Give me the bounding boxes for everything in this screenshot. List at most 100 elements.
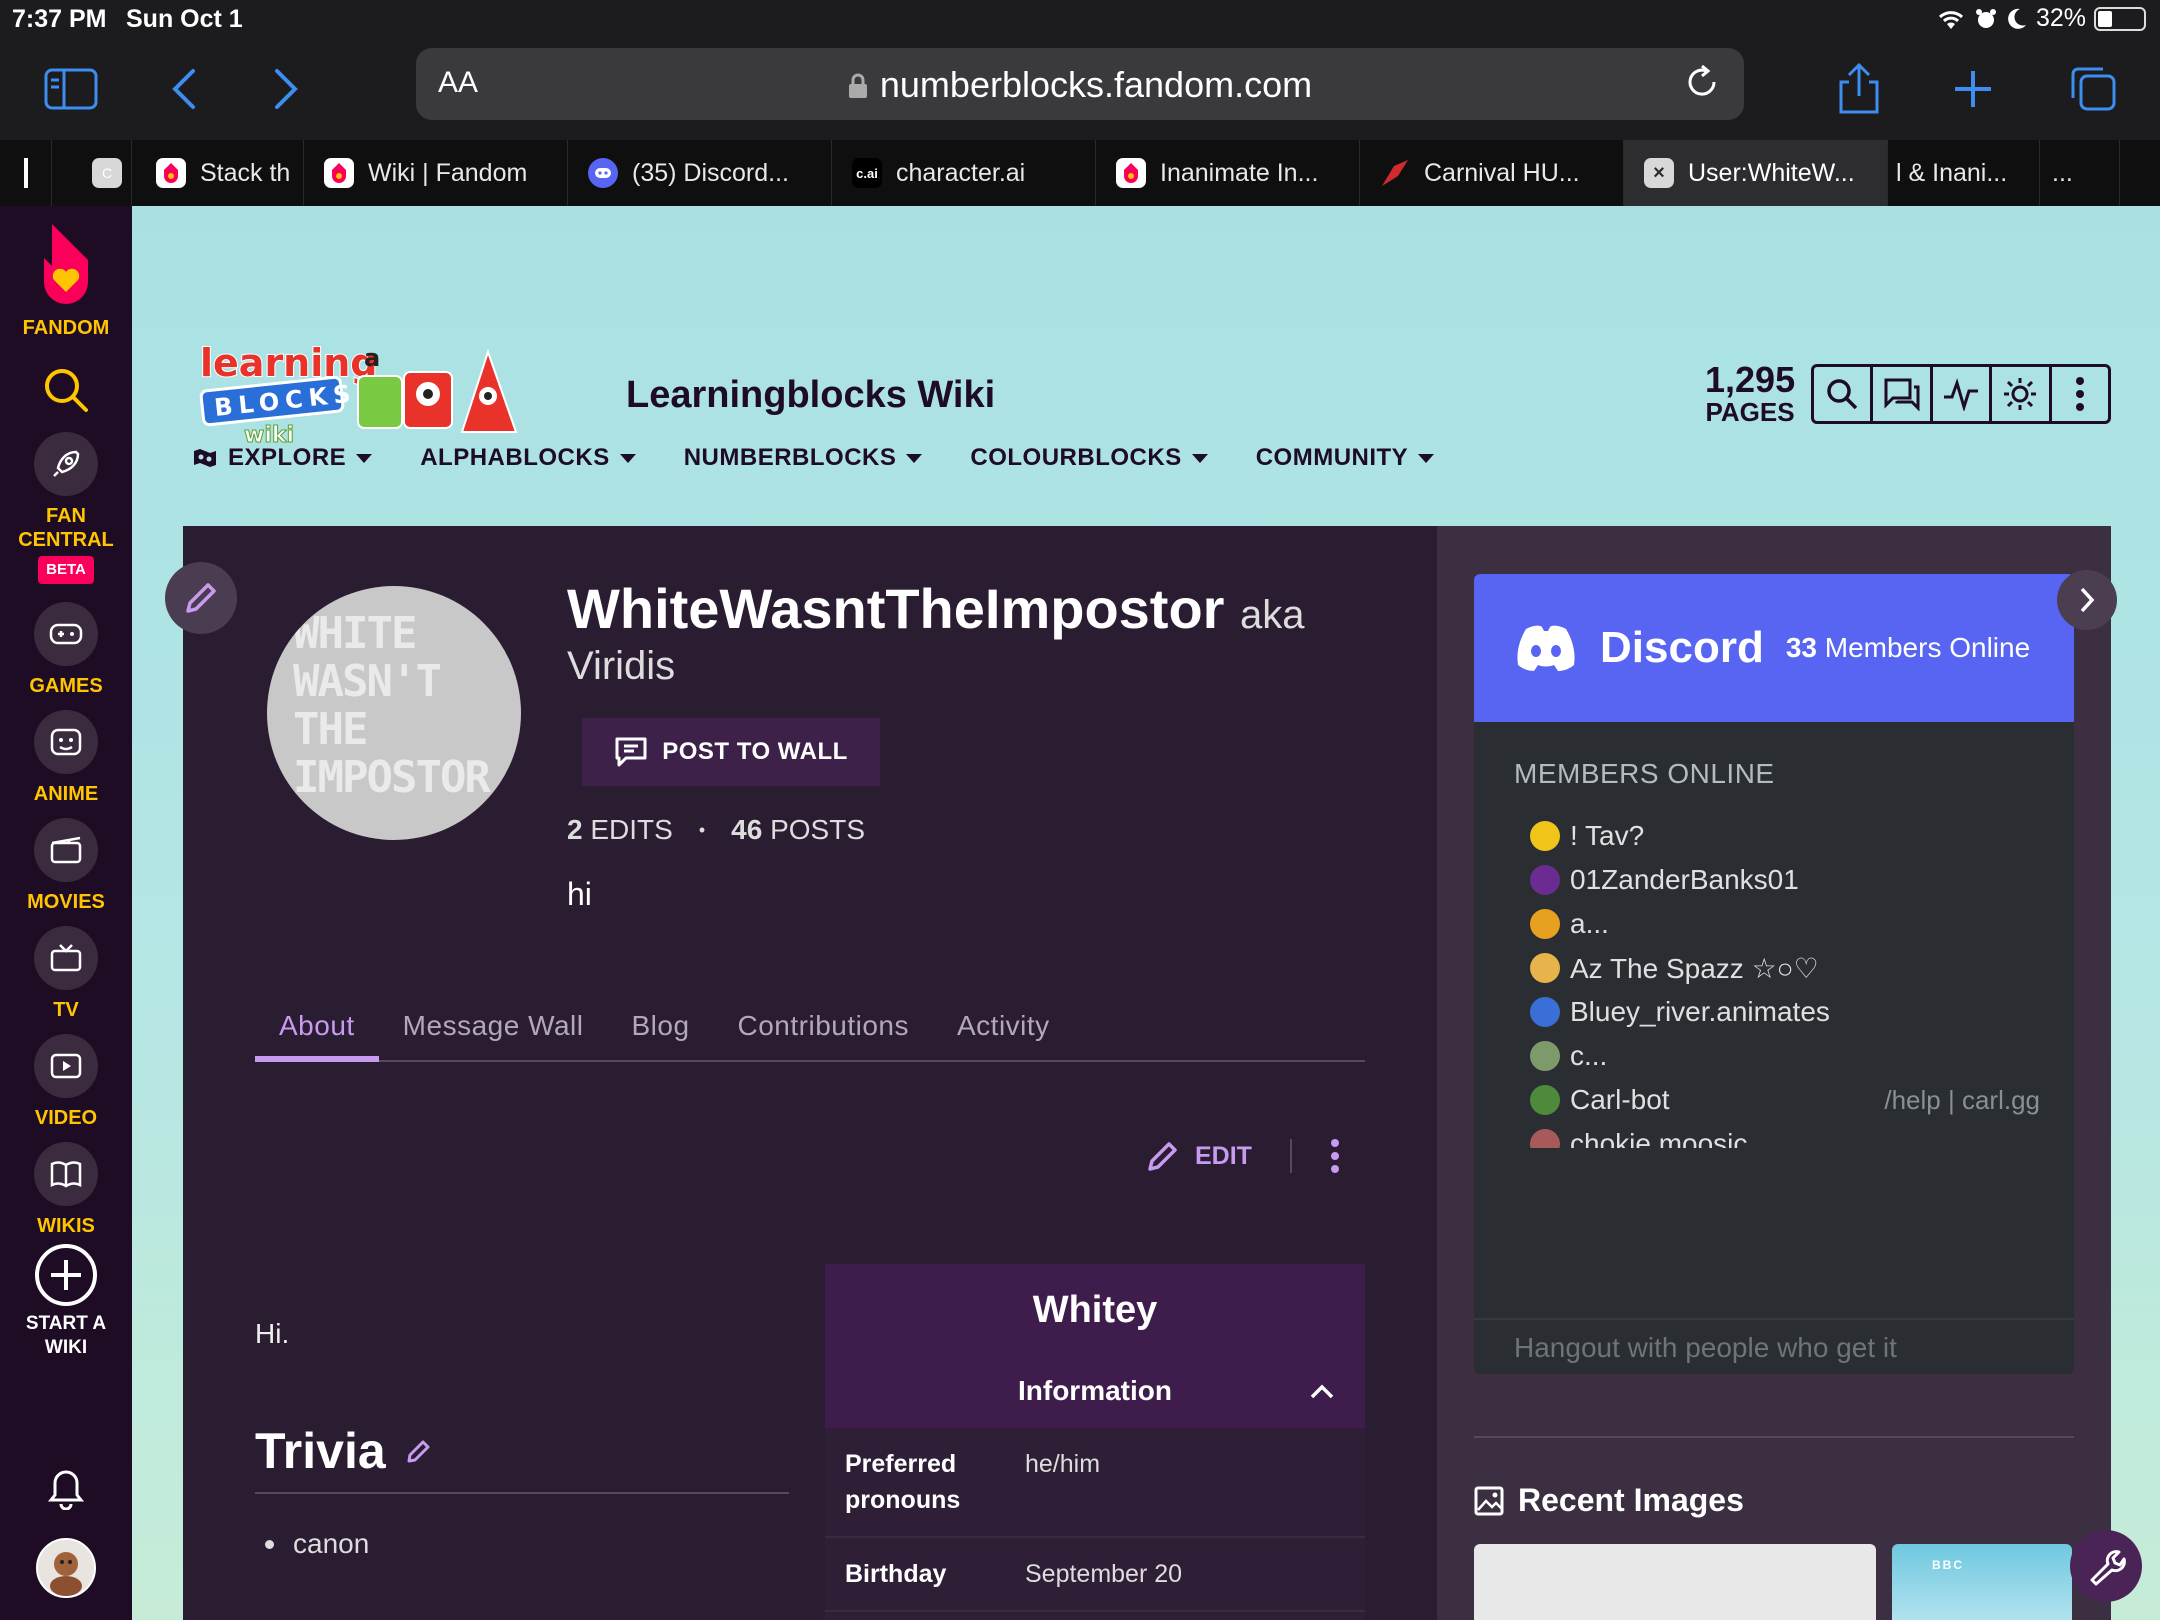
tab-about[interactable]: About — [255, 1010, 379, 1062]
edit-button[interactable]: EDIT — [1145, 1138, 1252, 1174]
tab-item[interactable]: (35) Discord... — [568, 140, 832, 206]
battery-percent: 32% — [2035, 4, 2086, 32]
tab-contributions[interactable]: Contributions — [714, 1010, 933, 1062]
discord-member[interactable]: Az The Spazz ☆○♡ — [1530, 946, 2050, 990]
movies-link[interactable]: MOVIES — [0, 818, 132, 914]
discord-member[interactable]: c... — [1530, 1034, 2050, 1078]
address-bar[interactable]: AA numberblocks.fandom.com — [416, 48, 1744, 120]
tab-item-c[interactable]: C — [52, 140, 132, 206]
carnival-icon — [1380, 158, 1410, 188]
characterai-icon: c.ai — [852, 158, 882, 188]
section-edit-icon[interactable] — [406, 1438, 432, 1464]
member-avatar — [1530, 1129, 1560, 1148]
posts-stat[interactable]: 46 POSTS — [731, 814, 865, 846]
forward-icon[interactable] — [252, 54, 322, 124]
tv-link[interactable]: TV — [0, 926, 132, 1022]
back-icon[interactable] — [148, 54, 218, 124]
member-name: Az The Spazz ☆○♡ — [1570, 952, 1819, 984]
tabs-overview-icon[interactable] — [2058, 54, 2128, 124]
chevron-down-icon — [1418, 453, 1435, 463]
nav-community-label: COMMUNITY — [1255, 444, 1409, 471]
url-text[interactable]: numberblocks.fandom.com — [416, 64, 1744, 106]
sidebar-toggle-icon[interactable] — [36, 54, 106, 124]
wiki-title[interactable]: Learningblocks Wiki — [626, 374, 995, 417]
start-a-wiki-link[interactable]: START A WIKI — [0, 1242, 132, 1360]
nav-community[interactable]: COMMUNITY — [1255, 444, 1435, 472]
theme-toggle-button[interactable] — [1992, 367, 2052, 421]
more-options-button[interactable] — [2052, 367, 2108, 421]
avatar — [36, 1538, 96, 1598]
tab-item[interactable]: Wiki | Fandom — [304, 140, 568, 206]
book-icon — [34, 1142, 98, 1206]
tab-item[interactable]: Carnival HU... — [1360, 140, 1624, 206]
status-date: Sun Oct 1 — [126, 5, 243, 33]
pencil-icon — [1148, 1142, 1177, 1171]
tab-blog[interactable]: Blog — [607, 1010, 713, 1062]
tab-item-active[interactable]: × User:WhiteW... — [1624, 140, 1888, 206]
edit-profile-button[interactable] — [165, 562, 237, 634]
wikis-link[interactable]: WIKIS — [0, 1142, 132, 1238]
video-link[interactable]: VIDEO — [0, 1034, 132, 1130]
chevron-up-icon[interactable] — [1309, 1382, 1335, 1400]
rail-collapse-button[interactable] — [2057, 570, 2117, 630]
share-icon[interactable] — [1824, 54, 1894, 124]
pages-count: 1,295 — [1705, 359, 1796, 400]
discord-header[interactable]: Discord 33 Members Online — [1474, 574, 2074, 722]
recent-image-thumbnail[interactable]: BBC — [1892, 1544, 2072, 1620]
tab-item[interactable]: c.ai character.ai — [832, 140, 1096, 206]
member-avatar — [1530, 821, 1560, 851]
discord-footer: Hangout with people who get it — [1474, 1318, 2074, 1374]
close-icon[interactable]: × — [1644, 158, 1674, 188]
discord-member[interactable]: Bluey_river.animates — [1530, 990, 2050, 1034]
tab-item[interactable]: Inanimate In... — [1096, 140, 1360, 206]
global-search-button[interactable] — [0, 366, 132, 414]
nav-colourblocks[interactable]: COLOURBLOCKS — [970, 444, 1208, 472]
wiki-tools-fab[interactable] — [2070, 1530, 2142, 1602]
recent-image-thumbnail[interactable] — [1474, 1544, 1876, 1620]
wiki-search-button[interactable] — [1814, 367, 1874, 421]
fan-central-link[interactable]: FAN CENTRAL BETA — [0, 432, 132, 584]
tab-message-wall[interactable]: Message Wall — [379, 1010, 608, 1062]
tab-title: Stack th — [200, 158, 291, 187]
discord-member[interactable]: chokie moosic — [1530, 1122, 2050, 1148]
vertical-dots-icon[interactable] — [1330, 1138, 1340, 1174]
anime-link[interactable]: ANIME — [0, 710, 132, 806]
online-count: 33 — [1785, 632, 1817, 663]
profile-real-name: Viridis — [567, 644, 676, 688]
pencil-icon — [186, 583, 216, 613]
url-value: numberblocks.fandom.com — [879, 64, 1313, 105]
browser-toolbar: AA numberblocks.fandom.com — [0, 40, 2160, 140]
notifications-button[interactable] — [0, 1468, 132, 1510]
discord-member[interactable]: Carl-bot/help | carl.gg — [1530, 1078, 2050, 1122]
discord-member[interactable]: ! Tav? — [1530, 814, 2050, 858]
chevron-down-icon — [1191, 453, 1208, 463]
trivia-divider — [255, 1492, 789, 1494]
nav-alphablocks[interactable]: ALPHABLOCKS — [420, 444, 636, 472]
edits-stat[interactable]: 2 EDITS — [567, 814, 673, 846]
infobox-section-label: Information — [1018, 1375, 1172, 1406]
tab-item[interactable]: l & Inani... — [1888, 140, 2040, 206]
tab-item-blank[interactable] — [0, 140, 52, 206]
tab-item-more[interactable]: ... — [2040, 140, 2120, 206]
discord-member[interactable]: 01ZanderBanks01 — [1530, 858, 2050, 902]
discord-member-list[interactable]: ! Tav? 01ZanderBanks01 a... Az The Spazz ☆○… — [1530, 814, 2050, 1148]
fandom-home-link[interactable]: FANDOM — [0, 220, 132, 340]
tab-activity[interactable]: Activity — [933, 1010, 1074, 1062]
discussions-button[interactable] — [1873, 367, 1933, 421]
nav-numberblocks[interactable]: NUMBERBLOCKS — [684, 444, 923, 472]
new-tab-icon[interactable] — [1938, 54, 2008, 124]
play-video-icon — [34, 1034, 98, 1098]
tab-item[interactable]: Stack th — [132, 140, 304, 206]
post-to-wall-button[interactable]: POST TO WALL — [582, 718, 880, 786]
user-avatar-button[interactable] — [0, 1538, 132, 1598]
discord-member[interactable]: a... — [1530, 902, 2050, 946]
recent-activity-button[interactable] — [1933, 367, 1993, 421]
learningblocks-wiki-logo[interactable]: learning BLOCKS wiki a — [192, 332, 532, 452]
infobox-section-header[interactable]: Information — [825, 1358, 1365, 1428]
games-link[interactable]: GAMES — [0, 602, 132, 698]
reload-icon[interactable] — [1682, 62, 1722, 102]
video-label: VIDEO — [34, 1107, 98, 1129]
nav-explore[interactable]: EXPLORE — [192, 444, 373, 472]
games-label: GAMES — [29, 675, 103, 697]
discussions-icon — [1884, 378, 1920, 411]
